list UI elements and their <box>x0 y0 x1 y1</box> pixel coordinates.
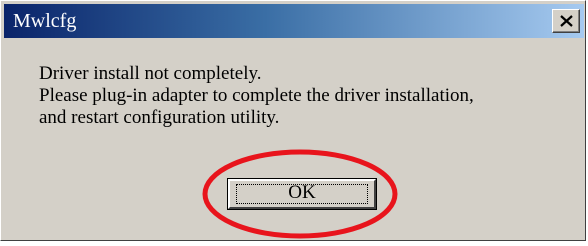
ok-button-label: OK <box>288 182 316 203</box>
message-line-1: Driver install not completely. <box>39 63 262 84</box>
ok-button[interactable]: OK <box>227 178 377 210</box>
close-button[interactable] <box>552 9 580 33</box>
message-line-2: Please plug-in adapter to complete the d… <box>39 85 474 106</box>
title-bar[interactable]: Mwlcfg <box>4 4 584 38</box>
message-line-3: and restart configuration utility. <box>39 107 280 128</box>
message-dialog: Mwlcfg Driver install not completely. Pl… <box>0 0 586 241</box>
window-title: Mwlcfg <box>13 10 77 32</box>
close-icon <box>560 15 573 27</box>
dialog-message: Driver install not completely. Please pl… <box>39 63 579 129</box>
